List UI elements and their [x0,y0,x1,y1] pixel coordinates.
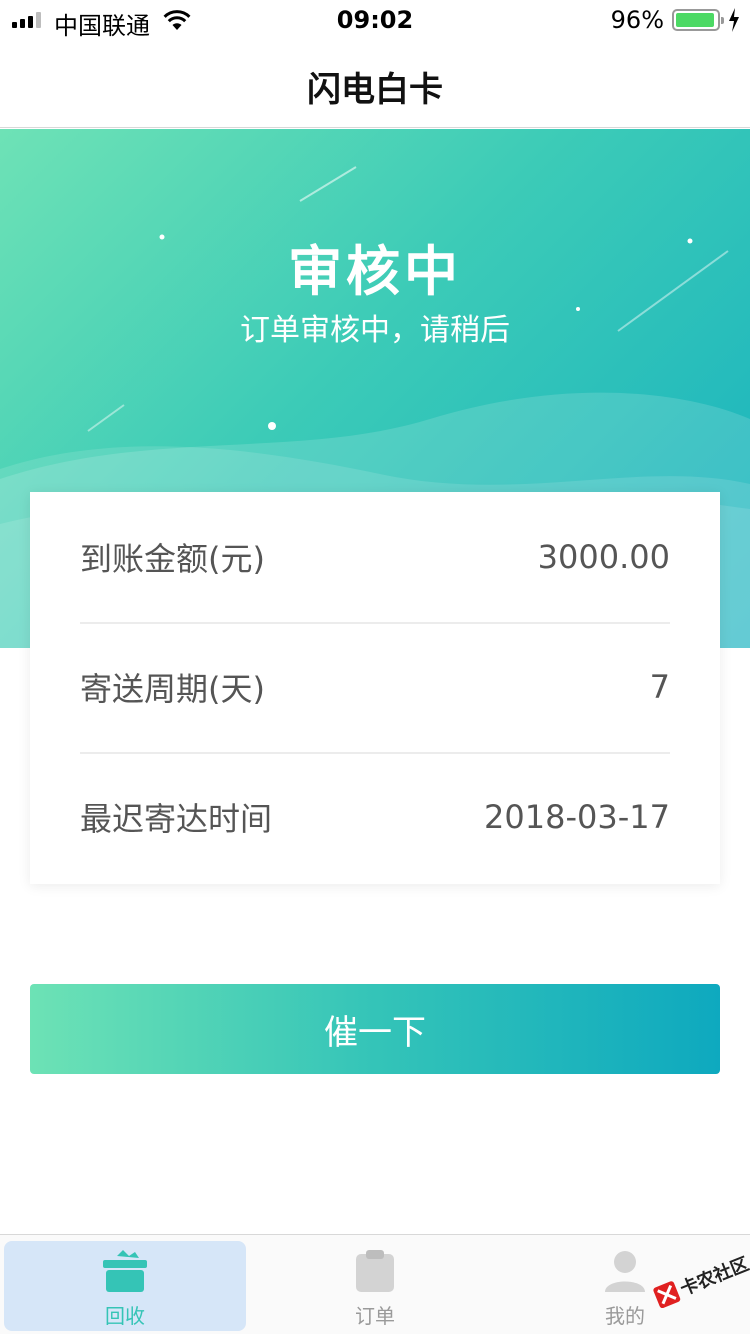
page-title: 闪电白卡 [307,70,443,110]
tab-recycle[interactable]: 回收 [4,1241,246,1331]
navigation-bar: 闪电白卡 [0,40,750,128]
battery-percentage: 96% [610,6,664,34]
shipping-period-label: 寄送周期(天) [80,670,265,708]
status-bar: 中国联通 09:02 96% [0,0,750,40]
tab-orders[interactable]: 订单 [254,1241,496,1331]
amount-label: 到账金额(元) [80,540,265,578]
forum-watermark: 卡农社区 [648,1248,750,1309]
status-title: 审核中 [288,240,462,303]
amount-value: 3000.00 [537,538,670,576]
charging-bolt-icon [729,8,739,32]
tab-bar: 回收 订单 我的 [0,1234,750,1334]
tab-label: 回收 [105,1304,145,1328]
urge-button[interactable]: 催一下 [30,984,720,1074]
gift-icon [103,1250,147,1292]
watermark-logo: 卡农社区 [653,1253,750,1309]
shipping-period-value: 7 [649,668,670,706]
tab-label: 我的 [605,1304,645,1328]
latest-arrival-label: 最迟寄达时间 [80,800,273,838]
shipping-period-row: 寄送周期(天) 7 [80,622,670,752]
watermark-text: 卡农社区 [677,1253,750,1300]
order-info-card: 到账金额(元) 3000.00 寄送周期(天) 7 最迟寄达时间 2018-03… [30,492,720,884]
user-icon [605,1251,645,1292]
clipboard-icon [356,1250,394,1292]
latest-arrival-row: 最迟寄达时间 2018-03-17 [80,752,670,882]
status-subtitle: 订单审核中，请稍后 [240,313,510,348]
tab-label: 订单 [355,1304,395,1328]
latest-arrival-value: 2018-03-17 [484,798,670,836]
battery-icon [672,9,724,31]
amount-row: 到账金额(元) 3000.00 [80,492,670,622]
